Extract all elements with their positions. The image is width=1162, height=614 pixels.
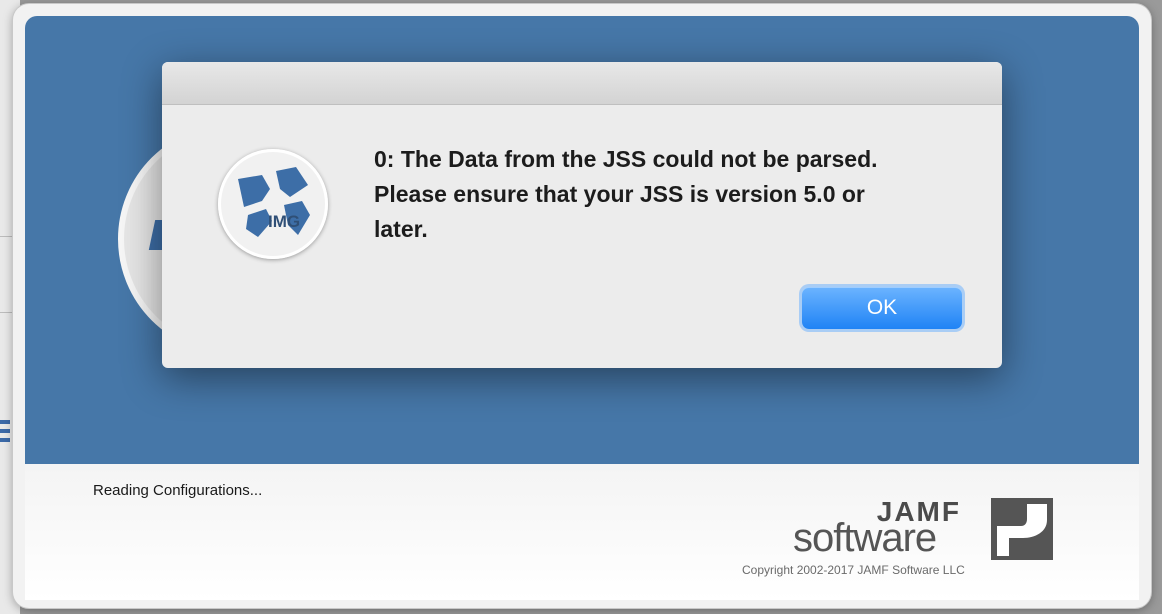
ok-button[interactable]: OK — [802, 287, 962, 329]
copyright-text: Copyright 2002-2017 JAMF Software LLC — [742, 563, 965, 577]
jamf-mark-icon — [991, 498, 1053, 560]
jamf-software-logo: JAMF software — [793, 496, 1053, 566]
alert-dialog: IMG 0: The Data from the JSS could not b… — [162, 62, 1002, 368]
status-text: Reading Configurations... — [93, 482, 263, 499]
alert-message: 0: The Data from the JSS could not be pa… — [374, 146, 878, 242]
imagr-logo-icon: IMG — [238, 167, 310, 237]
imagr-app-icon: IMG — [218, 149, 328, 259]
software-wordmark: software — [793, 516, 937, 560]
list-icon — [0, 420, 10, 447]
dialog-titlebar — [162, 62, 1002, 105]
icon-label: IMG — [268, 212, 300, 231]
